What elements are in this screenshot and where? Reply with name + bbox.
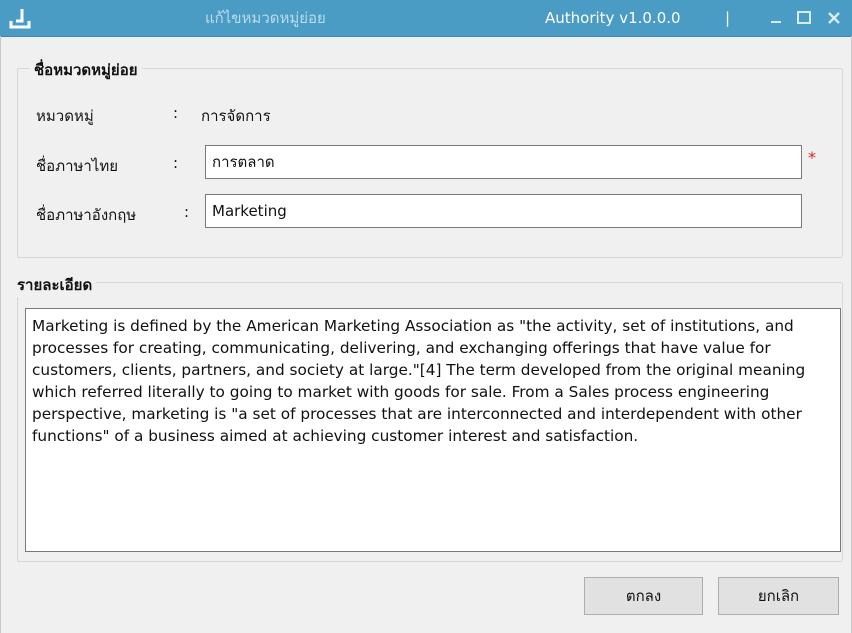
window-frame-left	[0, 36, 1, 633]
english-name-label: ชื่อภาษาอังกฤษ	[36, 206, 137, 224]
window-title: แก้ไขหมวดหมู่ย่อย	[205, 9, 326, 27]
english-name-colon: :	[184, 203, 190, 221]
minimize-icon	[771, 21, 781, 23]
required-marker: *	[808, 148, 816, 167]
app-icon	[8, 7, 32, 29]
category-colon: :	[173, 104, 179, 122]
maximize-button[interactable]	[792, 6, 816, 30]
english-name-input[interactable]: Marketing	[205, 194, 802, 228]
thai-name-label: ชื่อภาษาไทย	[36, 157, 119, 175]
title-bar[interactable]: แก้ไขหมวดหมู่ย่อย Authority v1.0.0.0 |	[0, 0, 852, 37]
category-value: การจัดการ	[201, 107, 271, 125]
detail-textarea[interactable]: Marketing is defined by the American Mar…	[25, 308, 841, 552]
minimize-button[interactable]	[764, 6, 788, 30]
subcategory-legend: ชื่อหมวดหมู่ย่อย	[30, 58, 142, 82]
app-name: Authority v1.0.0.0	[545, 9, 681, 27]
close-icon	[828, 12, 840, 24]
thai-name-input[interactable]: การตลาด	[205, 145, 802, 179]
cancel-button[interactable]: ยกเลิก	[718, 577, 839, 615]
thai-name-colon: :	[173, 154, 179, 172]
ok-button[interactable]: ตกลง	[584, 577, 703, 615]
detail-legend: รายละเอียด	[13, 273, 97, 297]
maximize-icon	[797, 11, 811, 24]
category-label: หมวดหมู่	[36, 107, 94, 125]
title-separator: |	[725, 9, 731, 27]
close-button[interactable]	[822, 6, 846, 30]
